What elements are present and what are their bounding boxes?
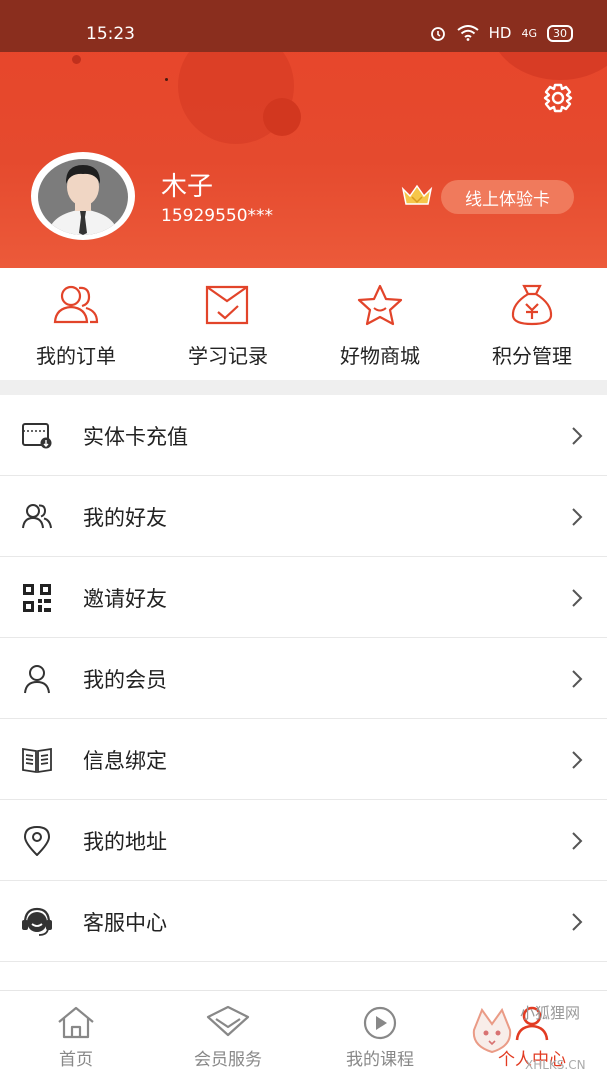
quick-points-manage[interactable]: 积分管理 bbox=[456, 268, 607, 380]
tab-label: 我的课程 bbox=[346, 1050, 414, 1070]
chevron-right-icon bbox=[572, 427, 583, 445]
vip-card-button[interactable]: 线上体验卡 bbox=[441, 180, 574, 214]
menu-item-card-recharge[interactable]: 实体卡充值 bbox=[0, 395, 607, 476]
quick-label: 积分管理 bbox=[492, 344, 572, 368]
signal-label: 4G bbox=[521, 26, 537, 40]
user-phone: 15929550*** bbox=[161, 206, 274, 226]
study-record-icon bbox=[205, 285, 249, 325]
quick-study-record[interactable]: 学习记录 bbox=[152, 268, 304, 380]
tab-label: 会员服务 bbox=[194, 1050, 262, 1070]
menu-label: 我的好友 bbox=[83, 506, 167, 530]
quick-label: 我的订单 bbox=[36, 344, 116, 368]
chevron-right-icon bbox=[572, 913, 583, 931]
menu-label: 我的会员 bbox=[83, 668, 167, 692]
menu-item-invite-friends[interactable]: 邀请好友 bbox=[0, 557, 607, 638]
wifi-icon bbox=[457, 25, 479, 41]
chevron-right-icon bbox=[572, 589, 583, 607]
card-recharge-icon bbox=[22, 423, 52, 449]
person-icon bbox=[24, 665, 50, 694]
star-icon bbox=[357, 284, 403, 326]
menu-item-my-membership[interactable]: 我的会员 bbox=[0, 638, 607, 719]
qr-code-icon bbox=[23, 584, 51, 612]
menu-label: 邀请好友 bbox=[83, 587, 167, 611]
menu-label: 实体卡充值 bbox=[83, 425, 188, 449]
decor-dot bbox=[165, 78, 168, 81]
menu-item-info-binding[interactable]: 信息绑定 bbox=[0, 719, 607, 800]
status-bar: 15:23 HD 4G 30 bbox=[0, 0, 607, 52]
book-icon bbox=[22, 747, 52, 774]
menu-label: 我的地址 bbox=[83, 830, 167, 854]
menu-item-my-friends[interactable]: 我的好友 bbox=[0, 476, 607, 557]
users-icon bbox=[53, 285, 99, 324]
chevron-right-icon bbox=[572, 751, 583, 769]
tab-my-courses[interactable]: 我的课程 bbox=[304, 991, 456, 1080]
battery-icon: 30 bbox=[547, 24, 573, 42]
tab-home[interactable]: 首页 bbox=[0, 991, 152, 1080]
section-divider bbox=[0, 380, 607, 395]
quick-my-orders[interactable]: 我的订单 bbox=[0, 268, 152, 380]
avatar-person-icon bbox=[48, 165, 118, 235]
menu-label: 信息绑定 bbox=[83, 749, 167, 773]
quick-actions: 我的订单 学习记录 好物商城 积分管理 bbox=[0, 268, 607, 380]
tab-label: 首页 bbox=[59, 1050, 93, 1070]
quick-label: 学习记录 bbox=[188, 344, 268, 368]
quick-goods-mall[interactable]: 好物商城 bbox=[304, 268, 456, 380]
quick-label: 好物商城 bbox=[340, 344, 420, 368]
crown-icon bbox=[401, 184, 433, 205]
menu-item-my-address[interactable]: 我的地址 bbox=[0, 800, 607, 881]
status-time: 15:23 bbox=[86, 24, 135, 44]
avatar[interactable] bbox=[31, 152, 135, 240]
friends-icon bbox=[22, 504, 52, 529]
settings-gear-icon[interactable] bbox=[538, 80, 578, 116]
menu-list: 实体卡充值 我的好友 邀请好友 我的会员 信息绑定 我的地址 客服中心 bbox=[0, 395, 607, 962]
decor-dot bbox=[72, 55, 81, 64]
tab-member-service[interactable]: 会员服务 bbox=[152, 991, 304, 1080]
decor-circle bbox=[263, 98, 301, 136]
home-icon bbox=[58, 1006, 94, 1039]
chevron-right-icon bbox=[572, 508, 583, 526]
list-spacer bbox=[0, 962, 607, 990]
profile-header: 15:23 HD 4G 30 木子 15929550*** 线上体验卡 bbox=[0, 0, 607, 268]
location-pin-icon bbox=[23, 826, 51, 856]
alarm-icon bbox=[430, 27, 445, 41]
chevron-right-icon bbox=[572, 670, 583, 688]
menu-label: 客服中心 bbox=[83, 911, 167, 935]
watermark-subtext: XHLKS.CN bbox=[525, 1058, 586, 1072]
chevron-right-icon bbox=[572, 832, 583, 850]
menu-item-customer-service[interactable]: 客服中心 bbox=[0, 881, 607, 962]
money-bag-icon bbox=[511, 284, 553, 326]
network-type: HD bbox=[488, 24, 512, 42]
user-name: 木子 bbox=[161, 172, 214, 202]
diamond-icon bbox=[206, 1005, 250, 1037]
play-icon bbox=[363, 1006, 397, 1040]
watermark-text: 小狐狸网 bbox=[520, 1004, 581, 1022]
headset-icon bbox=[22, 907, 52, 936]
